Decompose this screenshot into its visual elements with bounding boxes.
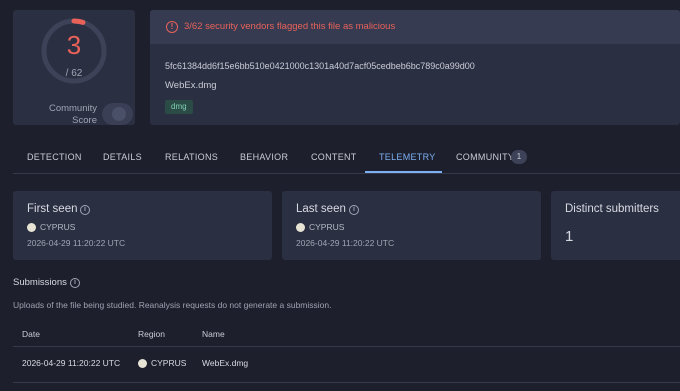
file-hash[interactable]: 5fc61384dd6f15e6bb510e0421000c1301a40d7a…	[165, 61, 475, 71]
submission-date: 2026-04-29 11:20:22 UTC	[22, 358, 121, 368]
community-score-stepper[interactable]	[102, 103, 133, 125]
tab-behavior[interactable]: BEHAVIOR	[240, 152, 288, 162]
distinct-submitters-title: Distinct submitters	[565, 203, 659, 215]
first-seen-date: 2026-04-29 11:20:22 UTC	[27, 238, 126, 248]
last-seen-card: Last seen i CYPRUS 2026-04-29 11:20:22 U…	[282, 191, 541, 260]
file-name: WebEx.dmg	[165, 80, 217, 91]
first-seen-title: First seen	[27, 203, 78, 215]
submission-region: CYPRUS	[151, 358, 187, 368]
community-vote-icon	[112, 107, 126, 121]
info-icon[interactable]: i	[349, 205, 359, 215]
detection-total: / 62	[65, 68, 83, 79]
last-seen-country: CYPRUS	[309, 222, 345, 232]
malicious-alert-bar: ! 3/62 security vendors flagged this fil…	[150, 10, 680, 44]
distinct-submitters-value: 1	[565, 228, 574, 245]
cyprus-flag-icon	[138, 359, 147, 368]
column-header-name[interactable]: Name	[202, 329, 225, 339]
file-info-card: ! 3/62 security vendors flagged this fil…	[150, 10, 680, 125]
last-seen-title: Last seen	[296, 203, 346, 215]
first-seen-country: CYPRUS	[40, 222, 76, 232]
detection-score-card: 3 / 62 Community Score	[13, 10, 135, 126]
info-icon[interactable]: i	[80, 205, 90, 215]
tab-details[interactable]: DETAILS	[103, 152, 142, 162]
submissions-title: Submissions	[13, 277, 67, 288]
column-header-region[interactable]: Region	[138, 329, 165, 339]
last-seen-date: 2026-04-29 11:20:22 UTC	[296, 238, 395, 248]
tab-community[interactable]: COMMUNITY	[456, 152, 514, 162]
submission-name[interactable]: WebEx.dmg	[202, 358, 248, 368]
cyprus-flag-icon	[296, 223, 305, 232]
tab-content[interactable]: CONTENT	[311, 152, 357, 162]
active-tab-indicator	[365, 171, 442, 173]
tab-bar: DETECTION DETAILS RELATIONS BEHAVIOR CON…	[13, 140, 680, 174]
cyprus-flag-icon	[27, 223, 36, 232]
malicious-alert-text: 3/62 security vendors flagged this file …	[184, 21, 396, 32]
first-seen-card: First seen i CYPRUS 2026-04-29 11:20:22 …	[13, 191, 272, 260]
submissions-description: Uploads of the file being studied. Reana…	[13, 300, 332, 310]
table-divider	[13, 382, 680, 383]
community-count-badge: 1	[511, 150, 527, 164]
alert-icon: !	[166, 21, 178, 33]
table-divider	[13, 346, 680, 347]
tab-telemetry[interactable]: TELEMETRY	[379, 152, 436, 162]
community-score-label: Community Score	[48, 103, 97, 126]
tab-detection[interactable]: DETECTION	[27, 152, 82, 162]
info-icon[interactable]: i	[70, 278, 80, 288]
tab-relations[interactable]: RELATIONS	[165, 152, 218, 162]
file-type-tag[interactable]: dmg	[165, 100, 193, 114]
column-header-date[interactable]: Date	[22, 329, 40, 339]
distinct-submitters-card: Distinct submitters i 1	[551, 191, 680, 260]
detection-count: 3	[66, 30, 82, 60]
